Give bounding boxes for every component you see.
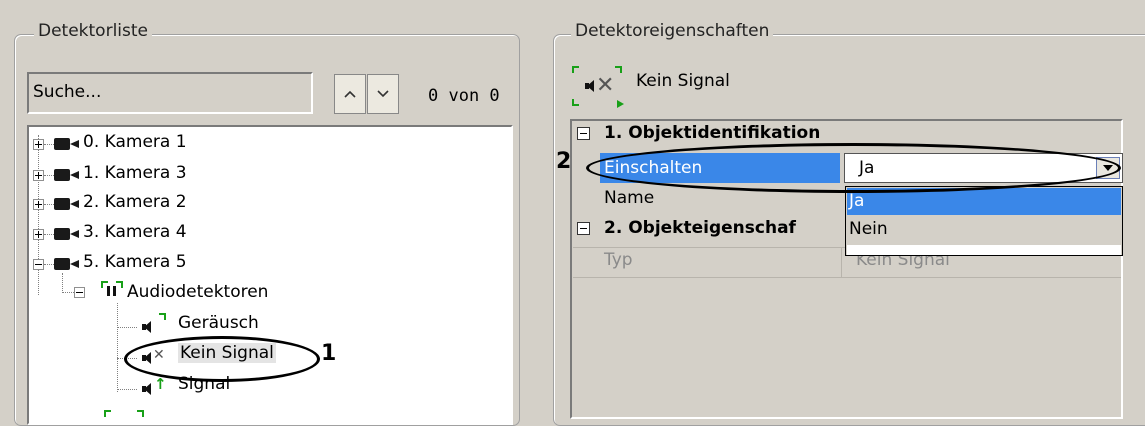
camera-icon [54, 168, 80, 182]
highlight-oval [586, 143, 1121, 193]
next-button[interactable] [367, 74, 399, 114]
annotation-label: 1 [321, 341, 337, 366]
grid-line [573, 277, 1121, 278]
collapse-section-icon[interactable] [577, 127, 590, 140]
detector-properties-title: Detektoreigenschaften [571, 21, 774, 41]
section-header: 2. Objekteigenschaf [604, 218, 796, 238]
tree-item-label: 2. Kamera 2 [83, 192, 187, 212]
tree-connector [62, 273, 63, 293]
tree-connector [117, 327, 137, 328]
tree-connector [117, 389, 137, 390]
expand-icon[interactable] [33, 170, 44, 181]
previous-button[interactable] [334, 74, 366, 114]
tree-connector [38, 135, 39, 295]
tree-connector [44, 264, 54, 265]
tree-connector [44, 175, 54, 176]
camera-icon [54, 197, 80, 211]
speaker-icon [139, 319, 155, 335]
annotation-label: 2 [556, 149, 572, 174]
expand-icon[interactable] [33, 139, 44, 150]
tree-connector [117, 303, 118, 392]
dropdown-option[interactable]: Nein [847, 217, 1121, 244]
green-corner-icon [137, 410, 144, 417]
audio-detectors-icon [101, 281, 123, 301]
green-corner-icon [159, 313, 166, 320]
detector-tree[interactable]: 0. Kamera 1 1. Kamera 3 2. Kamera 2 3. K… [27, 125, 513, 425]
detector-list-title: Detektorliste [34, 21, 153, 41]
expand-icon[interactable] [33, 199, 44, 210]
chevron-down-icon [377, 90, 389, 98]
tree-connector [44, 234, 54, 235]
speaker-icon [139, 381, 155, 397]
property-label: Name [604, 188, 655, 208]
collapse-icon[interactable] [74, 287, 85, 298]
tree-connector [44, 144, 54, 145]
tree-item-label: 5. Kamera 5 [83, 252, 187, 272]
collapse-section-icon[interactable] [577, 222, 590, 235]
property-label: Typ [604, 250, 633, 270]
dropdown-option-label: Nein [849, 219, 888, 239]
detector-header-label: Kein Signal [636, 71, 730, 91]
tree-connector [62, 292, 74, 293]
collapse-icon[interactable] [33, 259, 44, 270]
chevron-up-icon [344, 90, 356, 98]
tree-item-label: 1. Kamera 3 [83, 163, 187, 183]
tree-item-label: 0. Kamera 1 [83, 132, 187, 152]
camera-icon [54, 227, 80, 241]
expand-icon[interactable] [33, 229, 44, 240]
dropdown-list[interactable]: Ja Nein [845, 186, 1123, 256]
camera-icon [54, 137, 80, 151]
dropdown-option-label: Ja [849, 191, 865, 211]
dropdown-list-footer [847, 245, 1121, 255]
tree-item-label: 3. Kamera 4 [83, 222, 187, 242]
search-input-value: Suche... [33, 82, 102, 102]
tree-item-label: Audiodetektoren [127, 282, 269, 302]
tree-item-label: Geräusch [178, 313, 259, 333]
highlight-oval [124, 336, 320, 382]
camera-icon [54, 257, 80, 271]
search-input[interactable]: Suche... [27, 72, 313, 114]
section-header: 1. Objektidentifikation [604, 123, 821, 143]
result-counter: 0 von 0 [428, 86, 500, 106]
grid-column-divider [841, 248, 842, 278]
green-corner-icon [104, 410, 111, 417]
detector-type-icon: ✕ [572, 66, 624, 108]
tree-connector [44, 204, 54, 205]
